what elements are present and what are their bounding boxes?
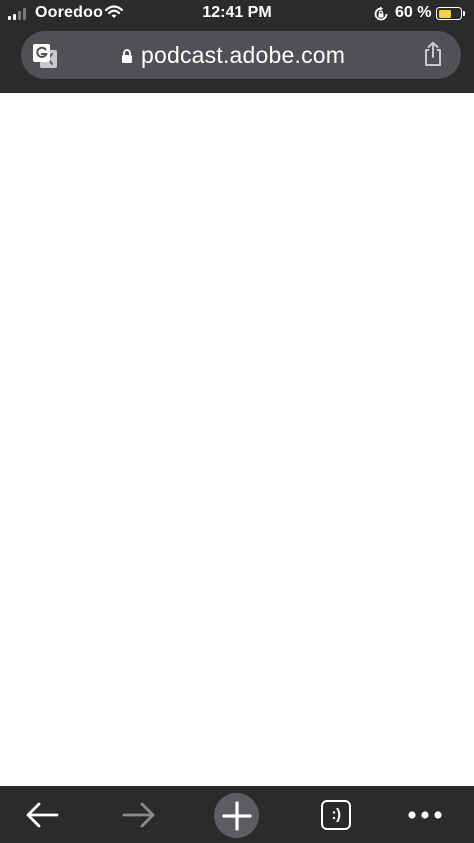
translate-icon[interactable] bbox=[31, 42, 59, 70]
back-arrow-icon bbox=[26, 802, 59, 827]
browser-top-chrome: Ooredoo 12:41 PM 60 % podcast.adobe.com bbox=[0, 0, 474, 93]
more-menu-button[interactable] bbox=[400, 786, 450, 843]
new-tab-button[interactable] bbox=[214, 793, 259, 838]
tab-switcher-icon: :) bbox=[321, 799, 351, 830]
forward-button[interactable] bbox=[115, 786, 163, 843]
rotation-lock-icon bbox=[373, 6, 389, 27]
tab-switcher-glyph: :) bbox=[331, 806, 342, 823]
web-page-content[interactable] bbox=[0, 93, 474, 786]
address-field[interactable]: podcast.adobe.com bbox=[121, 42, 345, 69]
battery-percentage: 60 % bbox=[395, 4, 432, 21]
url-bar[interactable]: podcast.adobe.com bbox=[21, 31, 461, 79]
battery-icon bbox=[436, 7, 462, 20]
plus-icon bbox=[221, 800, 252, 831]
forward-arrow-icon bbox=[122, 802, 155, 827]
battery-level-fill bbox=[438, 9, 451, 18]
share-icon[interactable] bbox=[421, 41, 445, 67]
status-bar: Ooredoo 12:41 PM 60 % bbox=[0, 0, 474, 28]
back-button[interactable] bbox=[18, 786, 66, 843]
bottom-toolbar: :) bbox=[0, 786, 474, 843]
battery-tip bbox=[463, 11, 465, 16]
tab-switcher-button[interactable]: :) bbox=[311, 786, 361, 843]
url-text[interactable]: podcast.adobe.com bbox=[141, 42, 345, 69]
more-dots-icon bbox=[408, 810, 442, 819]
lock-icon bbox=[122, 48, 132, 63]
